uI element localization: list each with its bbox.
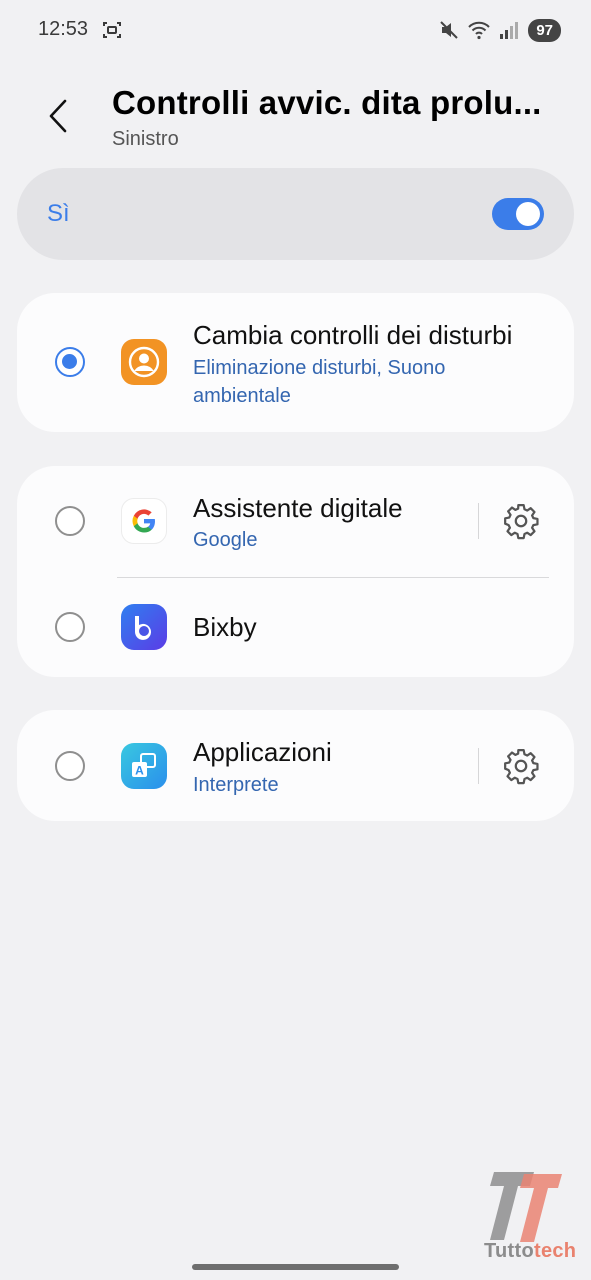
- back-button[interactable]: [36, 92, 80, 140]
- mute-icon: [440, 21, 459, 39]
- status-icons: 97: [438, 18, 561, 42]
- page-title: Controlli avvic. dita prolu...: [112, 84, 542, 121]
- home-indicator[interactable]: [192, 1264, 399, 1270]
- option-title: Bixby: [193, 612, 257, 642]
- watermark-text: Tuttotech: [484, 1240, 576, 1263]
- option-card-apps: A Applicazioni Interprete: [17, 710, 574, 821]
- wifi-icon: [468, 21, 491, 40]
- noise-control-icon: [121, 339, 167, 385]
- watermark-text-main: Tutto: [484, 1240, 534, 1262]
- radio-noise-control[interactable]: [55, 347, 85, 377]
- option-subtitle: Interprete: [193, 774, 279, 796]
- google-icon: [121, 498, 167, 544]
- option-row-noise-control[interactable]: Cambia controlli dei disturbi Eliminazio…: [17, 293, 574, 432]
- watermark-text-accent: tech: [534, 1240, 577, 1262]
- option-title: Cambia controlli dei disturbi: [193, 320, 513, 350]
- radio-applications[interactable]: [55, 751, 85, 781]
- vertical-divider: [478, 503, 479, 539]
- interpreter-icon: A: [121, 743, 167, 789]
- option-row-digital-assistant[interactable]: Assistente digitale Google: [17, 466, 574, 577]
- chevron-left-icon: [49, 99, 67, 133]
- svg-text:A: A: [135, 764, 144, 778]
- applications-settings-button[interactable]: [501, 746, 541, 786]
- radio-digital-assistant[interactable]: [55, 506, 85, 536]
- gear-icon: [504, 749, 539, 785]
- toggle-knob: [516, 202, 540, 226]
- status-time: 12:53: [38, 18, 89, 40]
- screen-capture-icon: [103, 22, 121, 38]
- gear-icon: [504, 504, 539, 540]
- radio-bixby[interactable]: [55, 612, 85, 642]
- option-subtitle: Google: [193, 529, 258, 551]
- master-switch-label: Sì: [47, 200, 70, 227]
- option-card-noise: Cambia controlli dei disturbi Eliminazio…: [17, 293, 574, 432]
- vertical-divider: [478, 748, 479, 784]
- page-subtitle: Sinistro: [112, 128, 179, 150]
- status-bar: 12:53 97: [0, 0, 591, 60]
- option-row-bixby[interactable]: Bixby: [17, 578, 574, 677]
- option-subtitle: Eliminazione disturbi, Suono ambientale: [193, 357, 446, 407]
- signal-icon: [500, 22, 519, 39]
- battery-indicator: 97: [528, 18, 561, 42]
- option-title: Assistente digitale: [193, 493, 403, 523]
- assistant-settings-button[interactable]: [501, 501, 541, 541]
- bixby-icon: [121, 604, 167, 650]
- master-switch-bar[interactable]: Sì: [17, 168, 574, 260]
- option-title: Applicazioni: [193, 737, 332, 767]
- option-row-applications[interactable]: A Applicazioni Interprete: [17, 710, 574, 821]
- option-card-assistant: Assistente digitale Google Bixby: [17, 466, 574, 677]
- master-toggle[interactable]: [492, 198, 544, 230]
